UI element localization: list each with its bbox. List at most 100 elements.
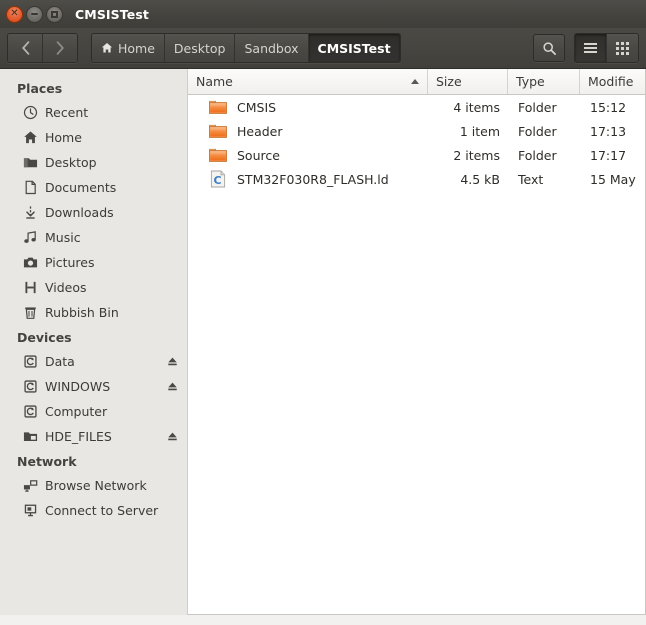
- file-type-cell: Folder: [518, 99, 557, 115]
- table-row[interactable]: Source 2 items Folder 17:17: [188, 143, 645, 167]
- file-modified-cell: 17:13: [590, 123, 627, 139]
- column-header-label: Type: [516, 74, 545, 89]
- music-note-icon: [22, 230, 38, 246]
- file-manager-window: ✕ CMSISTest Home Desktop Sandbox CMSISTe…: [0, 0, 646, 625]
- file-type-cell: Folder: [518, 147, 557, 163]
- folder-icon: [209, 124, 227, 138]
- file-name-label: STM32F030R8_FLASH.ld: [237, 171, 389, 187]
- file-size-cell: 4 items: [453, 99, 500, 115]
- breadcrumb-item-desktop[interactable]: Desktop: [163, 34, 235, 62]
- file-name-cell: Header: [188, 121, 428, 141]
- breadcrumb-item-cmsistest[interactable]: CMSISTest: [307, 34, 400, 62]
- sidebar-item-label: Rubbish Bin: [45, 305, 119, 320]
- desktop-folder-icon: [22, 155, 38, 171]
- list-view-icon: [584, 43, 597, 53]
- minimize-button[interactable]: [26, 5, 43, 23]
- file-name-label: Source: [237, 147, 280, 163]
- close-button[interactable]: ✕: [6, 5, 23, 23]
- eject-icon[interactable]: [166, 430, 179, 443]
- file-type-cell: Folder: [518, 123, 557, 139]
- back-button[interactable]: [8, 34, 42, 62]
- file-modified-cell: 15:12: [590, 99, 627, 115]
- minimize-icon: [31, 13, 38, 15]
- file-size-cell: 1 item: [459, 123, 500, 139]
- toolbar: Home Desktop Sandbox CMSISTest: [0, 28, 646, 69]
- breadcrumb-item-sandbox[interactable]: Sandbox: [234, 34, 308, 62]
- eject-icon[interactable]: [166, 355, 179, 368]
- file-name-label: CMSIS: [237, 99, 277, 115]
- sidebar-item-data[interactable]: Data: [0, 349, 187, 374]
- camera-icon: [22, 255, 38, 271]
- sidebar-item-label: Videos: [45, 280, 87, 295]
- column-header-size[interactable]: Size: [428, 69, 508, 94]
- sidebar-item-label: Data: [45, 354, 75, 369]
- folder-icon: [209, 100, 227, 114]
- sidebar-item-recent[interactable]: Recent: [0, 100, 187, 125]
- sidebar-item-downloads[interactable]: Downloads: [0, 200, 187, 225]
- grid-view-icon: [616, 41, 629, 55]
- column-header-name[interactable]: Name: [188, 69, 428, 94]
- home-icon: [101, 43, 113, 53]
- sidebar: Places Recent Home Desktop Documents Dow…: [0, 69, 188, 615]
- sidebar-item-label: Browse Network: [45, 478, 147, 493]
- list-view-button[interactable]: [575, 34, 606, 62]
- sidebar-item-desktop[interactable]: Desktop: [0, 150, 187, 175]
- sidebar-item-label: Desktop: [45, 155, 97, 170]
- sidebar-item-connect-to-server[interactable]: Connect to Server: [0, 498, 187, 523]
- file-size-cell: 2 items: [453, 147, 500, 163]
- column-header-modified[interactable]: Modifie: [580, 69, 645, 94]
- breadcrumb-item-home[interactable]: Home: [92, 34, 164, 62]
- sidebar-item-hde-files[interactable]: HDE_FILES: [0, 424, 187, 449]
- sidebar-item-label: HDE_FILES: [45, 429, 112, 444]
- sidebar-item-label: Recent: [45, 105, 89, 120]
- clock-icon: [22, 105, 38, 121]
- column-header-label: Modifie: [588, 74, 634, 89]
- sidebar-item-computer[interactable]: Computer: [0, 399, 187, 424]
- table-row[interactable]: Header 1 item Folder 17:13: [188, 119, 645, 143]
- trash-icon: [22, 305, 38, 321]
- table-row[interactable]: C STM32F030R8_FLASH.ld 4.5 kB Text 15 Ma…: [188, 167, 645, 191]
- title-bar: ✕ CMSISTest: [0, 0, 646, 28]
- drive-icon: [22, 404, 38, 420]
- sidebar-item-home[interactable]: Home: [0, 125, 187, 150]
- breadcrumb-label: Sandbox: [244, 40, 299, 56]
- file-name-label: Header: [237, 123, 283, 139]
- forward-button[interactable]: [42, 34, 77, 62]
- sidebar-item-documents[interactable]: Documents: [0, 175, 187, 200]
- file-modified-cell: 17:17: [590, 147, 627, 163]
- column-header-label: Name: [196, 74, 233, 89]
- sidebar-section-places: Places: [17, 81, 63, 96]
- sidebar-item-label: Downloads: [45, 205, 114, 220]
- breadcrumb: Home Desktop Sandbox CMSISTest: [91, 33, 401, 63]
- sidebar-item-label: Connect to Server: [45, 503, 159, 518]
- sidebar-item-label: WINDOWS: [45, 379, 111, 394]
- removable-drive-icon: [22, 429, 38, 445]
- film-icon: [22, 280, 38, 296]
- svg-text:C: C: [214, 174, 222, 187]
- sidebar-item-music[interactable]: Music: [0, 225, 187, 250]
- sidebar-item-label: Pictures: [45, 255, 95, 270]
- column-header-label: Size: [436, 74, 462, 89]
- text-file-icon: C: [210, 170, 226, 188]
- grid-view-button[interactable]: [606, 34, 638, 62]
- sidebar-item-pictures[interactable]: Pictures: [0, 250, 187, 275]
- table-row[interactable]: CMSIS 4 items Folder 15:12: [188, 95, 645, 119]
- chevron-right-icon: [56, 41, 64, 55]
- sidebar-item-rubbish-bin[interactable]: Rubbish Bin: [0, 300, 187, 325]
- sidebar-item-windows[interactable]: WINDOWS: [0, 374, 187, 399]
- breadcrumb-label: CMSISTest: [317, 40, 391, 56]
- search-button[interactable]: [533, 34, 565, 62]
- close-icon: ✕: [10, 8, 19, 19]
- sidebar-item-label: Computer: [45, 404, 108, 419]
- file-size-cell: 4.5 kB: [460, 171, 500, 187]
- sidebar-section-devices: Devices: [17, 330, 72, 345]
- sidebar-item-browse-network[interactable]: Browse Network: [0, 473, 187, 498]
- maximize-button[interactable]: [46, 5, 63, 23]
- search-icon: [542, 41, 556, 55]
- sidebar-item-videos[interactable]: Videos: [0, 275, 187, 300]
- file-list-rows: CMSIS 4 items Folder 15:12 Header 1 item…: [188, 95, 645, 614]
- download-icon: [22, 205, 38, 221]
- sidebar-item-label: Music: [45, 230, 81, 245]
- eject-icon[interactable]: [166, 380, 179, 393]
- column-header-type[interactable]: Type: [508, 69, 580, 94]
